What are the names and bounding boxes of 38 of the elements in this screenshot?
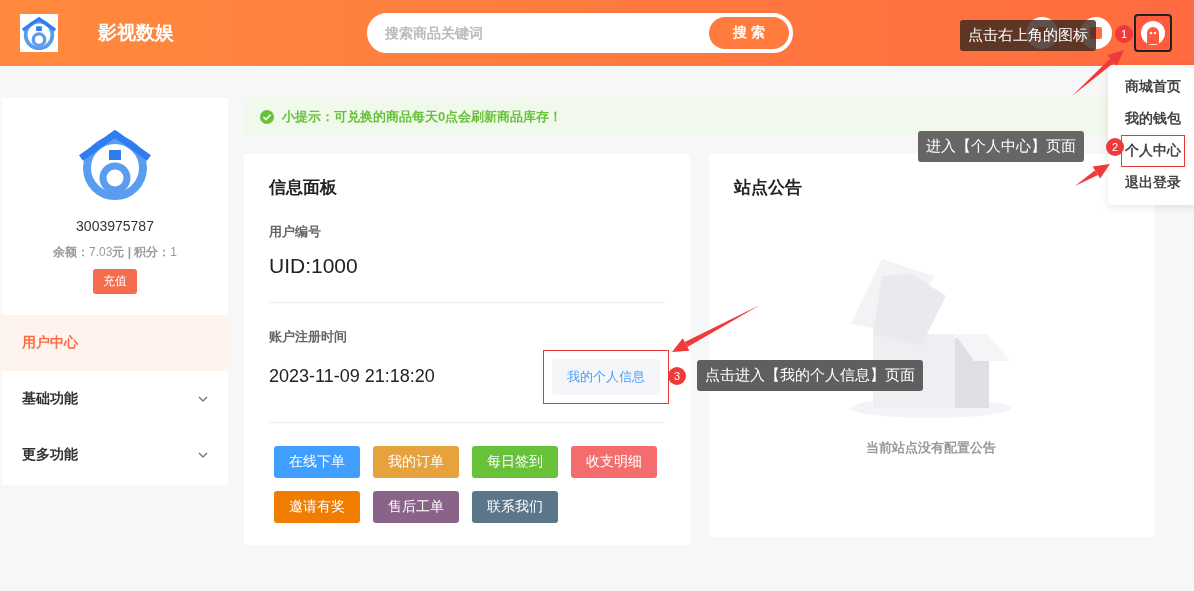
balance-text: 余额：7.03元 | 积分：1 bbox=[52, 244, 178, 261]
empty-text: 当前站点没有配置公告 bbox=[866, 439, 997, 457]
field-label: 账户注册时间 bbox=[269, 327, 348, 346]
action-button[interactable]: 我的订单 bbox=[373, 446, 459, 478]
action-button[interactable]: 收支明细 bbox=[571, 446, 657, 478]
search-button[interactable]: 搜 索 bbox=[709, 17, 789, 49]
card-title: 信息面板 bbox=[269, 177, 338, 199]
action-button[interactable]: 邀请有奖 bbox=[274, 491, 360, 523]
avatar-button[interactable] bbox=[1134, 14, 1172, 52]
search-field[interactable]: 搜索商品关键词 搜 索 bbox=[367, 13, 793, 53]
action-button[interactable]: 在线下单 bbox=[274, 446, 360, 478]
action-button[interactable]: 每日签到 bbox=[472, 446, 558, 478]
site-name: 影视数娱 bbox=[98, 21, 174, 45]
annotation-tooltip: 点击右上角的图标 bbox=[960, 20, 1096, 51]
sidebar-item[interactable]: 用户中心 bbox=[2, 315, 228, 371]
check-icon bbox=[260, 110, 274, 124]
arrow bbox=[1072, 50, 1124, 96]
field-label: 用户编号 bbox=[269, 222, 322, 241]
menu-item[interactable]: 退出登录 bbox=[1121, 167, 1185, 199]
field-value: UID:1000 bbox=[269, 253, 359, 278]
step-number: 2 bbox=[1106, 138, 1124, 156]
annotation-tooltip: 进入【个人中心】页面 bbox=[918, 131, 1084, 162]
chevron-down-icon bbox=[198, 396, 208, 402]
menu-item[interactable]: 个人中心 bbox=[1121, 135, 1185, 167]
logo-icon bbox=[20, 14, 58, 52]
menu-item[interactable]: 我的钱包 bbox=[1121, 103, 1185, 135]
card-title: 站点公告 bbox=[733, 177, 803, 199]
recharge-button[interactable]: 充值 bbox=[93, 269, 137, 294]
arrow bbox=[1075, 164, 1110, 186]
field-value: 2023-11-09 21:18:20 bbox=[269, 366, 435, 388]
profile-button[interactable]: 我的个人信息 bbox=[551, 358, 660, 395]
user-id: 3003975787 bbox=[76, 218, 154, 234]
annotation-tooltip: 点击进入【我的个人信息】页面 bbox=[697, 360, 923, 391]
chevron-down-icon bbox=[198, 452, 208, 458]
menu-item[interactable]: 商城首页 bbox=[1121, 71, 1185, 103]
tip-text: 小提示：可兑换的商品每天0点会刷新商品库存！ bbox=[282, 108, 563, 126]
action-button[interactable]: 售后工单 bbox=[373, 491, 459, 523]
action-button[interactable]: 联系我们 bbox=[472, 491, 558, 523]
